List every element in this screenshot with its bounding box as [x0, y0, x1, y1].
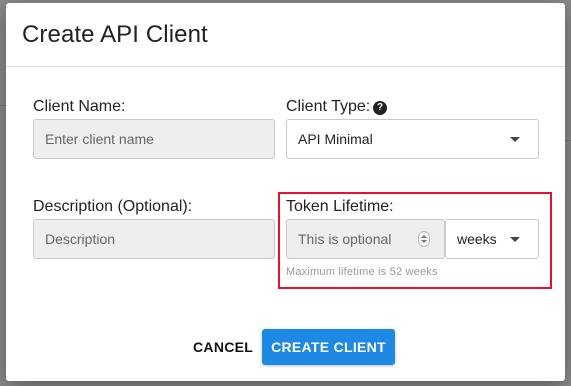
- spinner-up-icon[interactable]: [421, 235, 427, 238]
- client-type-label: Client Type:: [286, 98, 371, 115]
- description-label: Description (Optional):: [33, 198, 193, 215]
- help-circle-icon[interactable]: ?: [373, 101, 387, 115]
- token-lifetime-label: Token Lifetime:: [286, 198, 394, 215]
- cancel-button[interactable]: CANCEL: [193, 339, 253, 355]
- create-api-client-dialog: Create API Client Client Name: Enter cli…: [6, 3, 565, 381]
- token-lifetime-hint: Maximum lifetime is 52 weeks: [286, 266, 438, 278]
- dialog-header: Create API Client: [6, 3, 565, 67]
- dialog-title: Create API Client: [22, 21, 208, 48]
- chevron-down-icon: [510, 237, 520, 242]
- client-type-selected-value: API Minimal: [298, 131, 373, 147]
- client-name-input[interactable]: Enter client name: [33, 119, 275, 159]
- token-lifetime-unit-value: weeks: [457, 231, 497, 247]
- number-spinner-icon[interactable]: [418, 231, 430, 247]
- backdrop-divider-right: [565, 140, 571, 141]
- token-lifetime-input[interactable]: This is optional: [286, 219, 445, 259]
- token-lifetime-placeholder: This is optional: [298, 231, 392, 247]
- spinner-down-icon[interactable]: [421, 240, 427, 243]
- description-input[interactable]: Description: [33, 219, 275, 259]
- chevron-down-icon: [510, 137, 520, 142]
- token-lifetime-unit-select[interactable]: weeks: [445, 219, 539, 259]
- client-name-label: Client Name:: [33, 98, 126, 115]
- create-client-button[interactable]: CREATE CLIENT: [262, 329, 395, 365]
- client-type-select[interactable]: API Minimal: [286, 119, 539, 159]
